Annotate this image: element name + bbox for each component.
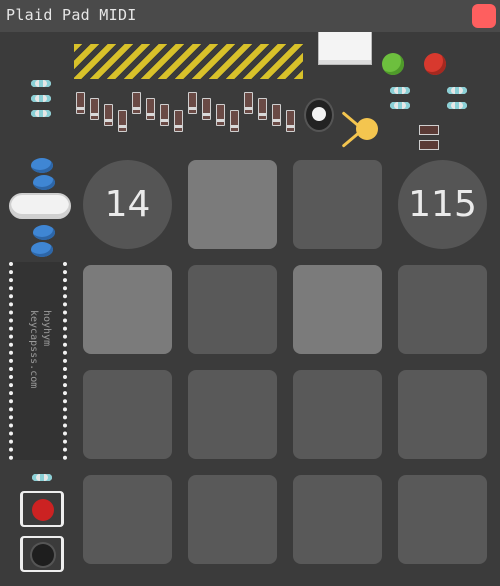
reset-switch[interactable] bbox=[20, 491, 64, 527]
resistor-icon bbox=[31, 110, 51, 117]
capacitor-icon bbox=[31, 242, 53, 257]
chip-label: hoyhym keycapsss.com bbox=[27, 310, 53, 388]
pad-r4-c2[interactable] bbox=[188, 475, 277, 564]
resistor-icon bbox=[390, 87, 410, 94]
pad-r3-c1[interactable] bbox=[83, 370, 172, 459]
piezo-buzzer-icon bbox=[356, 118, 378, 140]
resistor-icon bbox=[390, 102, 410, 109]
diode-icon bbox=[286, 110, 295, 132]
usb-connector bbox=[318, 32, 372, 65]
reset-button[interactable] bbox=[32, 499, 54, 521]
hazard-stripe-area bbox=[74, 44, 303, 79]
diode-icon bbox=[118, 110, 127, 132]
diode-icon bbox=[76, 92, 85, 114]
pad-r4-c4[interactable] bbox=[398, 475, 487, 564]
pad-r2-c4[interactable] bbox=[398, 265, 487, 354]
microcontroller-chip: hoyhym keycapsss.com bbox=[9, 262, 67, 460]
diode-icon bbox=[146, 98, 155, 120]
resistor-icon bbox=[447, 102, 467, 109]
crystal-oscillator-icon bbox=[9, 193, 71, 219]
diode-icon bbox=[132, 92, 141, 114]
diode-icon bbox=[188, 92, 197, 114]
resistor-icon bbox=[31, 80, 51, 87]
user-button[interactable] bbox=[32, 544, 54, 566]
red-led-icon bbox=[424, 53, 446, 75]
diode-icon bbox=[230, 110, 239, 132]
pad-r1-c3[interactable] bbox=[293, 160, 382, 249]
green-led-icon bbox=[382, 53, 404, 75]
diode-icon bbox=[258, 98, 267, 120]
diode-icon bbox=[104, 104, 113, 126]
pad-r2-c3[interactable] bbox=[293, 265, 382, 354]
knob-left[interactable]: 14 bbox=[83, 160, 172, 249]
diode-icon bbox=[216, 104, 225, 126]
pad-r3-c4[interactable] bbox=[398, 370, 487, 459]
resistor-icon bbox=[447, 87, 467, 94]
diode-icon bbox=[202, 98, 211, 120]
audio-jack-icon bbox=[306, 100, 332, 130]
capacitor-icon bbox=[31, 158, 53, 173]
user-switch[interactable] bbox=[20, 536, 64, 572]
diode-icon bbox=[160, 104, 169, 126]
diode-icon bbox=[174, 110, 183, 132]
pad-r2-c2[interactable] bbox=[188, 265, 277, 354]
pad-r3-c3[interactable] bbox=[293, 370, 382, 459]
pad-r3-c2[interactable] bbox=[188, 370, 277, 459]
title-bar: Plaid Pad MIDI bbox=[0, 0, 500, 33]
knob-right[interactable]: 115 bbox=[398, 160, 487, 249]
diode-icon bbox=[244, 92, 253, 114]
knob-left-value: 14 bbox=[104, 184, 151, 225]
resistor-icon bbox=[31, 95, 51, 102]
pad-r4-c1[interactable] bbox=[83, 475, 172, 564]
pad-r1-c2[interactable] bbox=[188, 160, 277, 249]
resistor-icon bbox=[32, 474, 52, 481]
diode-icon bbox=[272, 104, 281, 126]
capacitor-icon bbox=[33, 225, 55, 240]
pad-r2-c1[interactable] bbox=[83, 265, 172, 354]
smd-component-icon bbox=[419, 140, 439, 150]
chip-label-line1: hoyhym bbox=[41, 310, 52, 347]
close-button[interactable] bbox=[472, 4, 496, 28]
chip-label-line2: keycapsss.com bbox=[28, 310, 39, 389]
capacitor-icon bbox=[33, 175, 55, 190]
pad-r4-c3[interactable] bbox=[293, 475, 382, 564]
knob-right-value: 115 bbox=[408, 184, 477, 225]
window-title: Plaid Pad MIDI bbox=[6, 6, 137, 24]
smd-component-icon bbox=[419, 125, 439, 135]
diode-icon bbox=[90, 98, 99, 120]
